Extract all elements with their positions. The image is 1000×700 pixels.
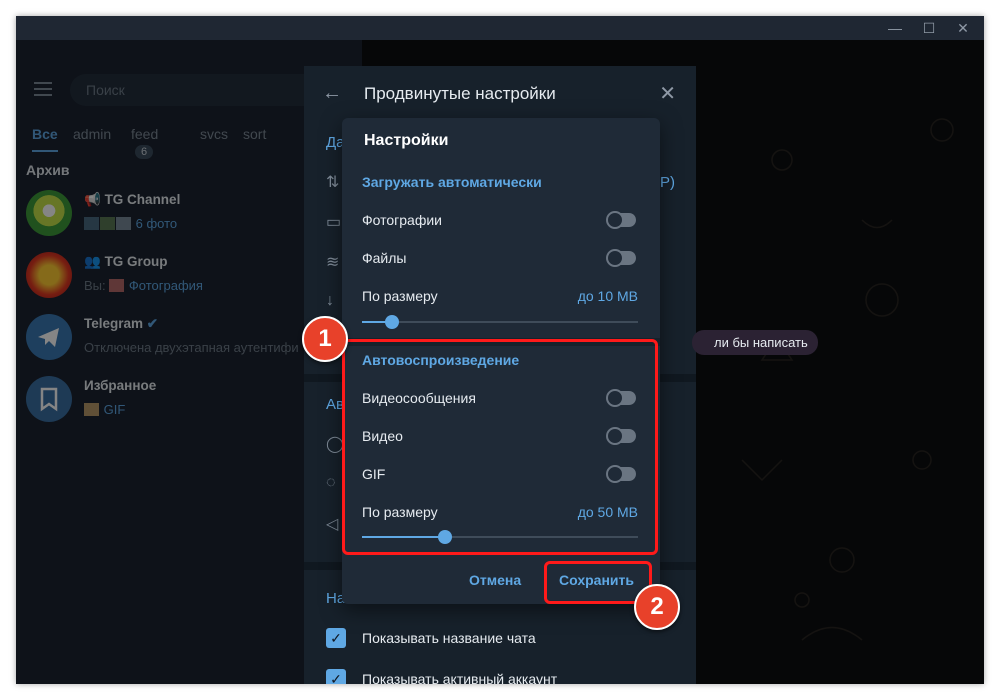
back-arrow-icon[interactable]: ← [322,82,342,105]
photos-toggle[interactable] [606,211,636,229]
checkbox-label: Показывать название чата [362,630,536,646]
size-limit-value: до 10 MB [577,288,638,304]
step-marker-1: 1 [302,316,348,362]
chat-hint-pill: ли бы написать [692,330,818,355]
checkbox-label: Показывать активный аккаунт [362,671,558,684]
maximize-icon[interactable]: ☐ [912,16,946,40]
files-label: Файлы [362,250,407,266]
panel-title: Продвинутые настройки [364,84,556,103]
dialog-title: Настройки [364,132,449,149]
download-arrow-icon: ↓ [326,292,334,309]
title-bar: — ☐ ✕ [16,16,984,40]
checkbox-checked-icon[interactable]: ✓ [326,669,346,684]
folder-icon: ▭ [326,214,342,231]
users-icon: ◌ [326,474,336,491]
storage-icon: ≋ [326,254,340,271]
megaphone-icon: ◁ [326,516,339,533]
photos-label: Фотографии [362,212,443,228]
highlight-autoplay-box [342,339,658,555]
step-marker-2: 2 [634,584,680,630]
download-icon: ⇅ [326,174,340,191]
minimize-icon[interactable]: — [878,16,912,40]
autodownload-title: Загружать автоматически [362,174,542,190]
files-toggle[interactable] [606,249,636,267]
checkbox-checked-icon[interactable]: ✓ [326,628,346,648]
cancel-button[interactable]: Отмена [469,572,521,588]
size-limit-label: По размеру [362,288,438,304]
close-icon[interactable]: ✕ [659,81,676,106]
close-window-icon[interactable]: ✕ [946,16,980,40]
slider-handle[interactable] [385,315,400,329]
value-partial: Р) [660,174,675,191]
download-size-slider[interactable] [362,315,638,329]
